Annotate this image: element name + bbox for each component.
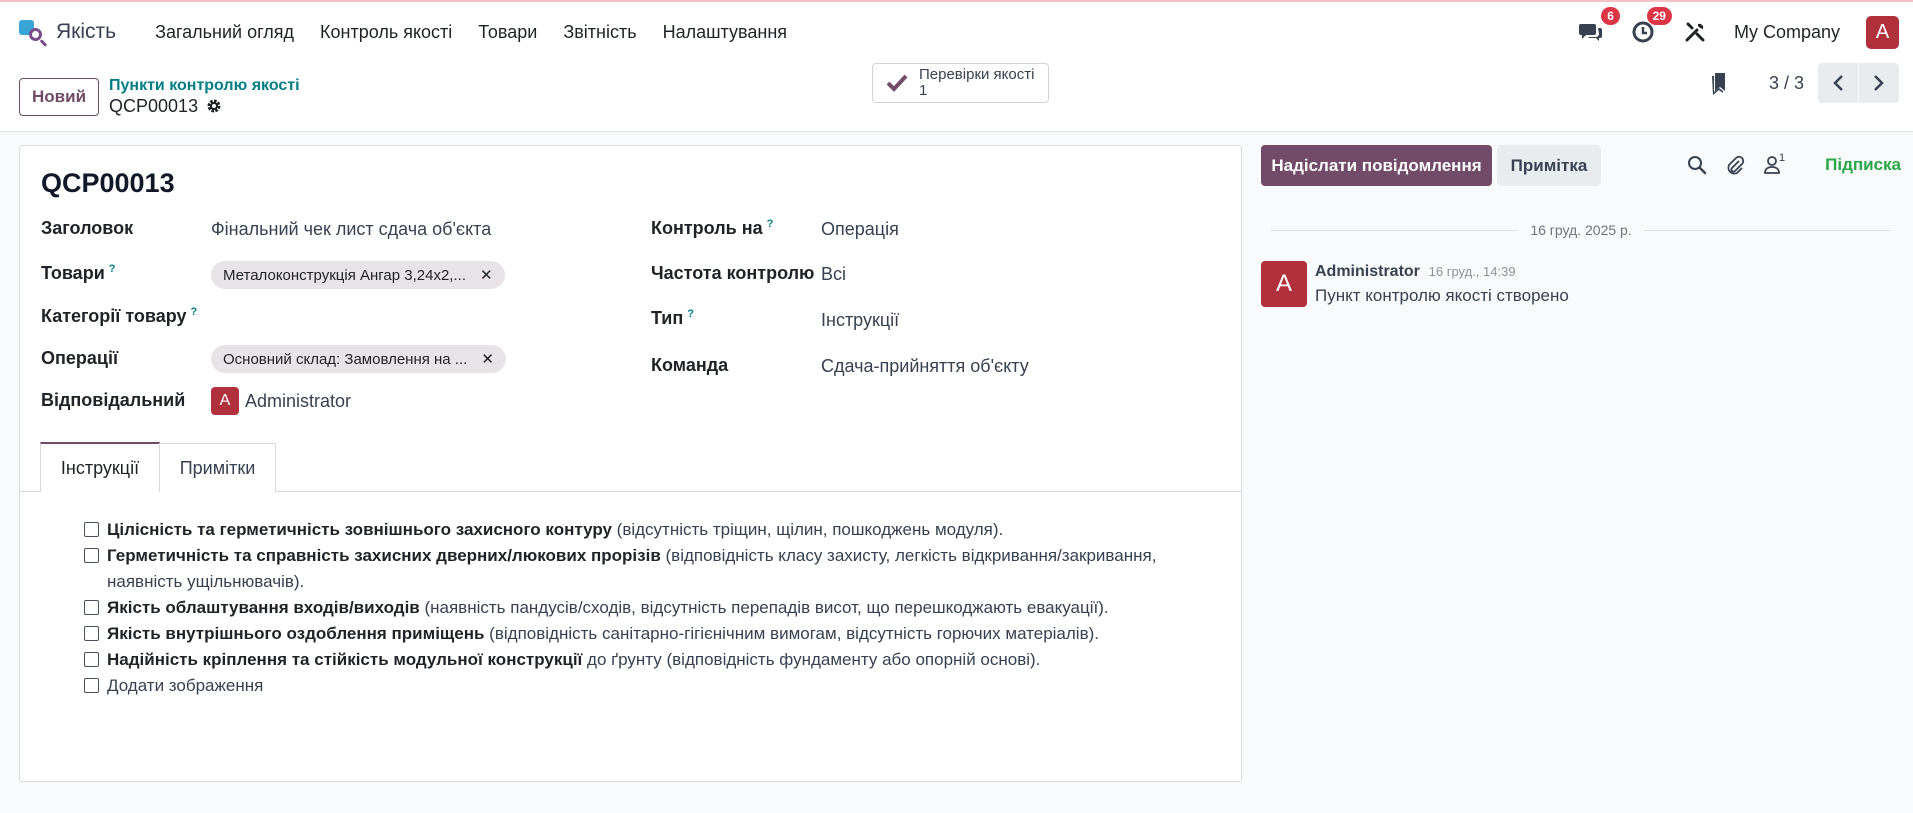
- operations-tag-label: Основний склад: Замовлення на ...: [223, 350, 468, 368]
- message-body: Пункт контролю якості створено: [1315, 286, 1569, 305]
- tools-icon: [1685, 22, 1705, 42]
- smart-button-label: Перевірки якості: [919, 66, 1035, 83]
- record-title: QCP00013: [41, 168, 175, 198]
- list-item: Цілісність та герметичність зовнішнього …: [84, 517, 1214, 543]
- title-field[interactable]: Фінальний чек лист сдача об'єкта: [211, 219, 491, 240]
- control-on-field[interactable]: Операція: [821, 219, 899, 240]
- date-separator-label: 16 груд. 2025 р.: [1530, 222, 1632, 238]
- chevron-right-icon: [1874, 75, 1884, 91]
- list-item: Герметичність та справність захисних две…: [84, 543, 1214, 595]
- quality-app-icon: [18, 18, 46, 46]
- message-date: 16 груд., 14:39: [1428, 264, 1516, 279]
- products-label: Товари?: [41, 263, 116, 283]
- record-name: QCP00013: [109, 95, 199, 116]
- type-field[interactable]: Інструкції: [821, 310, 899, 331]
- products-tag-label: Металоконструкція Ангар 3,24x2,...: [223, 266, 466, 284]
- documents-icon[interactable]: [1709, 71, 1729, 95]
- main-menu: Загальний огляд Контроль якості Товари З…: [142, 22, 800, 43]
- checklist-checkbox[interactable]: [84, 678, 99, 693]
- followers-count: 1: [1779, 152, 1786, 164]
- menu-products[interactable]: Товари: [465, 22, 550, 43]
- check-icon: [886, 74, 908, 92]
- chatter-message: A Administrator 16 груд., 14:39 Пункт ко…: [1261, 261, 1569, 307]
- list-item: Додати зображення: [84, 673, 1214, 699]
- title-label: Заголовок: [41, 218, 134, 238]
- control-frequency-field[interactable]: Всі: [821, 264, 846, 285]
- search-icon[interactable]: [1687, 155, 1707, 175]
- menu-quality-control[interactable]: Контроль якості: [307, 22, 465, 43]
- quality-checks-smart-button[interactable]: Перевірки якості 1: [872, 63, 1049, 103]
- menu-overview[interactable]: Загальний огляд: [142, 22, 307, 43]
- breadcrumb-parent-link[interactable]: Пункти контролю якості: [109, 77, 300, 95]
- app-home[interactable]: Якість: [18, 18, 116, 46]
- follow-button[interactable]: Підписка: [1825, 155, 1901, 175]
- smart-button-count: 1: [919, 82, 928, 99]
- company-switcher[interactable]: My Company: [1734, 22, 1840, 43]
- chat-bubbles-icon: [1578, 24, 1602, 41]
- new-button[interactable]: Новий: [19, 77, 100, 116]
- responsible-value: Administrator: [245, 390, 352, 411]
- type-label: Тип?: [651, 308, 694, 328]
- list-item: Якість внутрішнього оздоблення приміщень…: [84, 621, 1214, 647]
- chevron-left-icon: [1833, 75, 1843, 91]
- paperclip-icon[interactable]: [1725, 155, 1745, 175]
- checklist-checkbox[interactable]: [84, 600, 99, 615]
- operations-tag[interactable]: Основний склад: Замовлення на ... ✕: [211, 345, 506, 373]
- app-name[interactable]: Якість: [56, 20, 116, 44]
- team-field[interactable]: Сдача-прийняття об'єкту: [821, 356, 1029, 377]
- pager-next-button[interactable]: [1859, 63, 1899, 103]
- send-message-button[interactable]: Надіслати повідомлення: [1261, 145, 1492, 186]
- responsible-label: Відповідальний: [41, 390, 186, 410]
- responsible-field[interactable]: A Administrator: [211, 387, 351, 415]
- product-categories-label: Категорії товару?: [41, 306, 198, 326]
- tab-notes[interactable]: Примітки: [159, 443, 276, 492]
- menu-reporting[interactable]: Звітність: [550, 22, 649, 43]
- menu-settings[interactable]: Налаштування: [650, 22, 800, 43]
- log-note-button[interactable]: Примітка: [1497, 145, 1601, 186]
- followers-button[interactable]: 1: [1763, 152, 1786, 175]
- clock-icon: [1632, 21, 1654, 43]
- pager: 3 / 3: [1709, 62, 1899, 104]
- help-icon[interactable]: ?: [109, 263, 116, 275]
- messages-button[interactable]: 6: [1578, 7, 1620, 45]
- form-sheet: QCP00013 Заголовок Фінальний чек лист сд…: [19, 145, 1242, 782]
- navbar-systray: 6 29 My Company A: [1578, 7, 1899, 49]
- chatter-tools: 1: [1687, 152, 1786, 175]
- products-tag[interactable]: Металоконструкція Ангар 3,24x2,... ✕: [211, 261, 505, 289]
- remove-tag-icon[interactable]: ✕: [480, 266, 493, 284]
- help-icon[interactable]: ?: [767, 218, 774, 230]
- control-panel: Новий Пункти контролю якості QCP00013 Пе…: [0, 62, 1913, 132]
- checklist-checkbox[interactable]: [84, 522, 99, 537]
- activities-button[interactable]: 29: [1630, 7, 1672, 45]
- control-frequency-label: Частота контролю: [651, 263, 815, 283]
- checklist-checkbox[interactable]: [84, 626, 99, 641]
- avatar: A: [211, 387, 239, 415]
- user-avatar[interactable]: A: [1866, 15, 1899, 49]
- checklist-checkbox[interactable]: [84, 548, 99, 563]
- pager-previous-button[interactable]: [1818, 63, 1858, 103]
- gear-icon[interactable]: [206, 98, 222, 114]
- pager-value[interactable]: 3 / 3: [1769, 73, 1804, 94]
- message-author[interactable]: Administrator: [1315, 263, 1420, 280]
- list-item: Якість облаштування входів/виходів (наяв…: [84, 595, 1214, 621]
- date-separator: 16 груд. 2025 р.: [1271, 222, 1892, 238]
- debug-tools-button[interactable]: [1682, 19, 1708, 45]
- team-label: Команда: [651, 355, 729, 375]
- top-navbar: Якість Загальний огляд Контроль якості Т…: [0, 2, 1913, 62]
- instructions-checklist: Цілісність та герметичність зовнішнього …: [84, 517, 1214, 699]
- avatar[interactable]: A: [1261, 261, 1307, 307]
- tab-instructions[interactable]: Інструкції: [40, 442, 160, 492]
- activities-badge: 29: [1646, 7, 1672, 25]
- control-on-label: Контроль на?: [651, 218, 774, 238]
- help-icon[interactable]: ?: [687, 308, 694, 320]
- breadcrumb-current: QCP00013: [109, 96, 300, 117]
- remove-tag-icon[interactable]: ✕: [481, 350, 494, 368]
- messages-badge: 6: [1601, 7, 1620, 25]
- notebook-tabs: Інструкції Примітки: [20, 442, 1241, 492]
- operations-label: Операції: [41, 348, 119, 368]
- help-icon[interactable]: ?: [191, 306, 198, 318]
- checklist-checkbox[interactable]: [84, 652, 99, 667]
- list-item: Надійність кріплення та стійкість модуль…: [84, 647, 1214, 673]
- breadcrumb: Пункти контролю якості QCP00013: [109, 77, 300, 117]
